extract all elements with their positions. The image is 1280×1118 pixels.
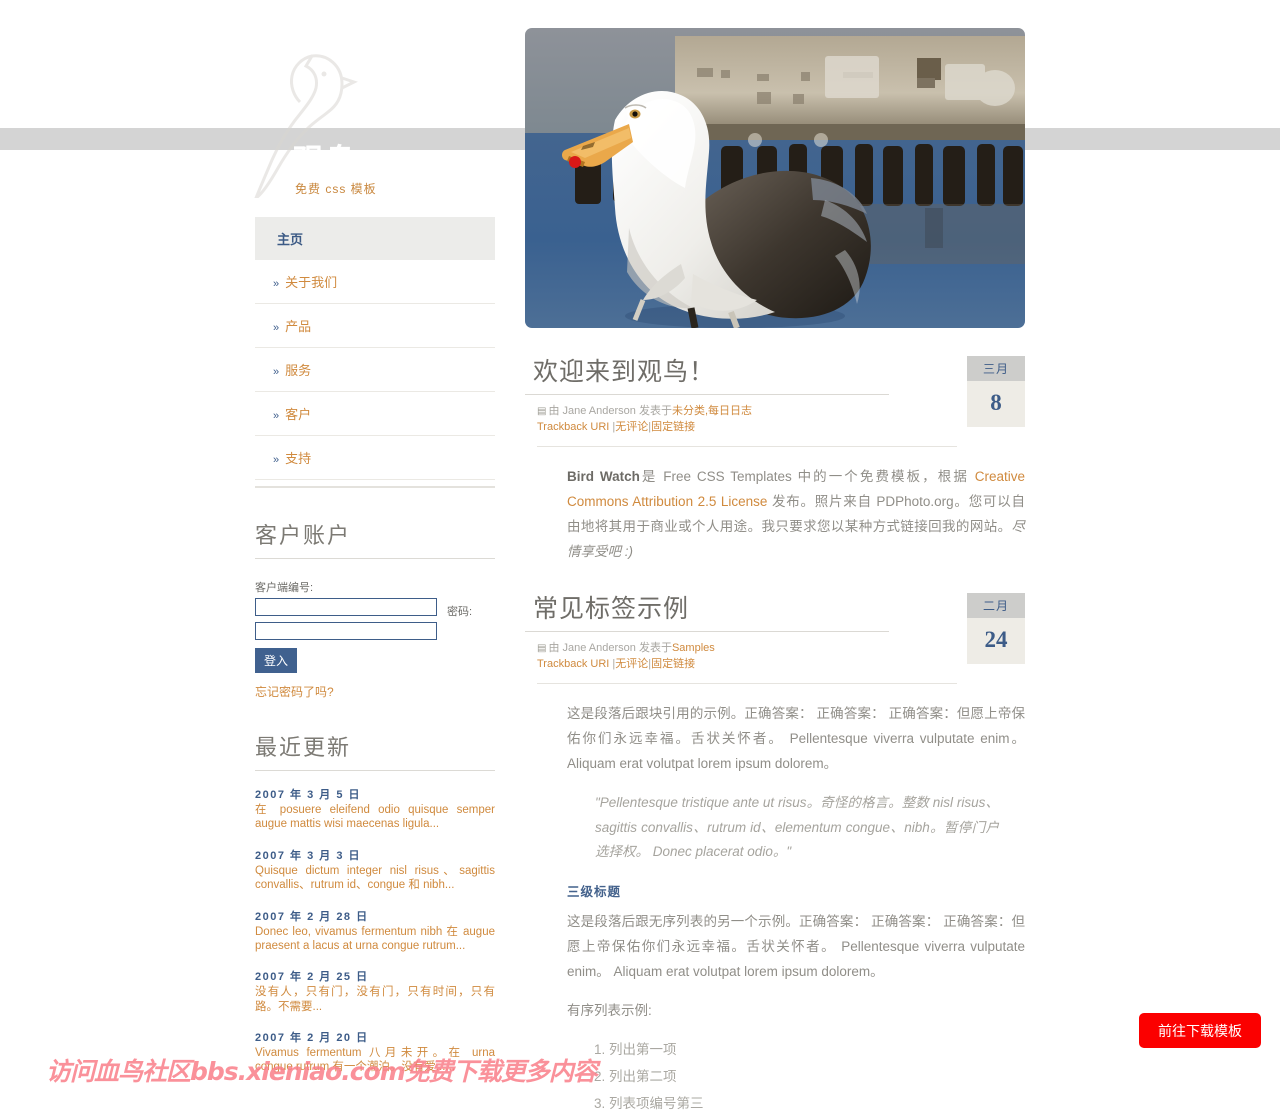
nav-label-clients: 客户 (285, 407, 312, 422)
post-text-part1: 是 Free CSS Templates 中的一个免费模板，根据 (639, 468, 975, 484)
list-item: 2007 年 3 月 5 日 在 posuere eleifend odio q… (255, 786, 495, 832)
post-paragraph: 这是段落后跟块引用的示例。正确答案： 正确答案： 正确答案：但愿上帝保佑你们永远… (567, 705, 1025, 771)
download-template-button[interactable]: 前往下载模板 (1139, 1013, 1261, 1048)
update-date: 2007 年 2 月 28 日 (255, 910, 369, 923)
sidebar: 观鸟 免费 css 模板 主页 » 关于我们 » 产品 » 服务 » 客户 » 支持 (254, 20, 495, 1075)
ordered-list: 列出第一项 列出第二项 列表项编号第三 (589, 1038, 1025, 1115)
date-badge: 二月 24 (967, 592, 1025, 664)
account-section-title: 客户账户 (255, 518, 495, 559)
list-item: 2007 年 2 月 28 日 Donec leo, vivamus ferme… (255, 908, 495, 954)
watermark-text: 访问血鸟社区bbs.xieniao.com免费下载更多内容 (46, 1057, 598, 1086)
update-date: 2007 年 2 月 25 日 (255, 971, 369, 984)
list-item: 2007 年 2 月 25 日 没有人，只有门，没有门，只有时间，只有路。不需要… (255, 968, 495, 1014)
chevron-right-icon: » (273, 278, 279, 290)
list-intro-text: 有序列表示例: (567, 1003, 652, 1019)
badge-day: 8 (967, 381, 1025, 427)
chevron-right-icon: » (273, 322, 279, 334)
chevron-right-icon: » (273, 366, 279, 378)
post-meta-prefix: 由 Jane Anderson 发表于 (548, 405, 672, 417)
post-paragraph: 这是段落后跟无序列表的另一个示例。正确答案： 正确答案： 正确答案：但愿上帝保佑… (567, 914, 1025, 980)
sidebar-item-support[interactable]: » 支持 (255, 436, 495, 480)
post-header: 欢迎来到观鸟！ ▤ 由 Jane Anderson 发表于未分类,每日日志 Tra… (525, 352, 1025, 447)
post-header: 常见标签示例 ▤ 由 Jane Anderson 发表于Samples Track… (525, 589, 1025, 684)
permalink-link[interactable]: 固定链接 (651, 421, 695, 433)
permalink-link[interactable]: 固定链接 (651, 658, 695, 670)
post-lead-bold: Bird Watch (567, 468, 640, 484)
post-meta: ▤ 由 Jane Anderson 发表于Samples Trackback UR… (537, 641, 957, 684)
post-article: 欢迎来到观鸟！ ▤ 由 Jane Anderson 发表于未分类,每日日志 Tra… (525, 352, 1025, 565)
update-date: 2007 年 3 月 3 日 (255, 849, 361, 862)
list-item: 2007 年 3 月 3 日 Quisque dictum integer ni… (255, 847, 495, 893)
nav-label-support: 支持 (285, 451, 312, 466)
update-date: 2007 年 2 月 20 日 (255, 1032, 369, 1044)
page-title: 常见标签示例 (533, 595, 690, 623)
sidebar-item-products[interactable]: » 产品 (255, 304, 495, 348)
updates-section-title: 最近更新 (255, 730, 495, 771)
chevron-right-icon: » (273, 454, 279, 466)
nav-label-products: 产品 (285, 319, 312, 334)
hero-seagull-photo (525, 28, 1025, 328)
main-content: 欢迎来到观鸟！ ▤ 由 Jane Anderson 发表于未分类,每日日志 Tra… (525, 28, 1025, 1118)
site-branding: 观鸟 免费 css 模板 (254, 20, 495, 198)
comments-link[interactable]: 无评论 (615, 658, 648, 670)
badge-month: 二月 (967, 592, 1025, 618)
sidebar-item-clients[interactable]: » 客户 (255, 392, 495, 436)
document-icon: ▤ (537, 406, 547, 417)
post-category-link[interactable]: 未分类,每日日志 (672, 405, 752, 417)
title-divider (525, 394, 889, 395)
page-root: 观鸟 免费 css 模板 主页 » 关于我们 » 产品 » 服务 » 客户 » 支持 (0, 0, 1280, 1111)
sidebar-item-services[interactable]: » 服务 (255, 348, 495, 392)
client-id-input[interactable] (255, 598, 437, 616)
update-text[interactable]: Donec leo, vivamus fermentum nibh 在 augu… (255, 925, 495, 954)
list-item: 列出第二项 (609, 1065, 1025, 1089)
post-blockquote: "Pellentesque tristique ante ut risus。奇怪… (595, 794, 999, 860)
nav-label-home: 主页 (277, 232, 304, 247)
date-badge: 三月 8 (967, 356, 1025, 427)
password-label: 密码: (447, 606, 473, 618)
post-article: 常见标签示例 ▤ 由 Jane Anderson 发表于Samples Track… (525, 589, 1025, 1115)
post-subheading: 三级标题 (567, 885, 622, 900)
update-date: 2007 年 3 月 5 日 (255, 789, 361, 801)
main-navigation: 主页 » 关于我们 » 产品 » 服务 » 客户 » 支持 (255, 217, 495, 488)
list-item: 列出第一项 (609, 1038, 1025, 1062)
login-button[interactable]: 登入 (255, 648, 298, 673)
site-title: 观鸟 (293, 143, 357, 178)
page-title: 欢迎来到观鸟！ (533, 359, 716, 386)
post-meta: ▤ 由 Jane Anderson 发表于未分类,每日日志 Trackback U… (537, 404, 957, 447)
update-text[interactable]: Quisque dictum integer nisl risus、sagitt… (255, 864, 495, 893)
password-input[interactable] (255, 622, 437, 640)
client-id-label: 客户端编号: (255, 582, 314, 594)
update-text[interactable]: 在 posuere eleifend odio quisque semper a… (255, 803, 495, 832)
document-icon: ▤ (537, 642, 547, 654)
sidebar-item-about[interactable]: » 关于我们 (255, 260, 495, 304)
nav-label-about: 关于我们 (285, 275, 338, 290)
site-tagline: 免费 css 模板 (295, 182, 377, 196)
post-paragraph: Bird Watch是 Free CSS Templates 中的一个免费模板，… (567, 465, 1025, 565)
forgot-password-link[interactable]: 忘记密码了吗? (255, 683, 495, 700)
title-divider (525, 630, 889, 632)
comments-link[interactable]: 无评论 (615, 421, 648, 433)
post-body: 这是段落后跟块引用的示例。正确答案： 正确答案： 正确答案：但愿上帝保佑你们永远… (567, 702, 1025, 1116)
sidebar-item-home[interactable]: 主页 (255, 217, 495, 260)
chevron-right-icon: » (273, 410, 279, 422)
nav-label-services: 服务 (285, 363, 312, 378)
nav-divider (255, 480, 495, 488)
list-item: 列表项编号第三 (609, 1092, 1025, 1116)
trackback-link[interactable]: Trackback URI (537, 421, 609, 433)
trackback-link[interactable]: Trackback URI (537, 658, 609, 670)
badge-month: 三月 (967, 356, 1025, 381)
post-meta-prefix: 由 Jane Anderson 发表于 (548, 641, 672, 654)
post-category-link[interactable]: Samples (672, 642, 715, 654)
login-form: 客户端编号: 密码: 登入 忘记密码了吗? (255, 579, 495, 700)
badge-day: 24 (967, 617, 1025, 664)
post-body: Bird Watch是 Free CSS Templates 中的一个免费模板，… (567, 465, 1025, 565)
update-text[interactable]: 没有人，只有门，没有门，只有时间，只有路。不需要... (255, 985, 495, 1014)
